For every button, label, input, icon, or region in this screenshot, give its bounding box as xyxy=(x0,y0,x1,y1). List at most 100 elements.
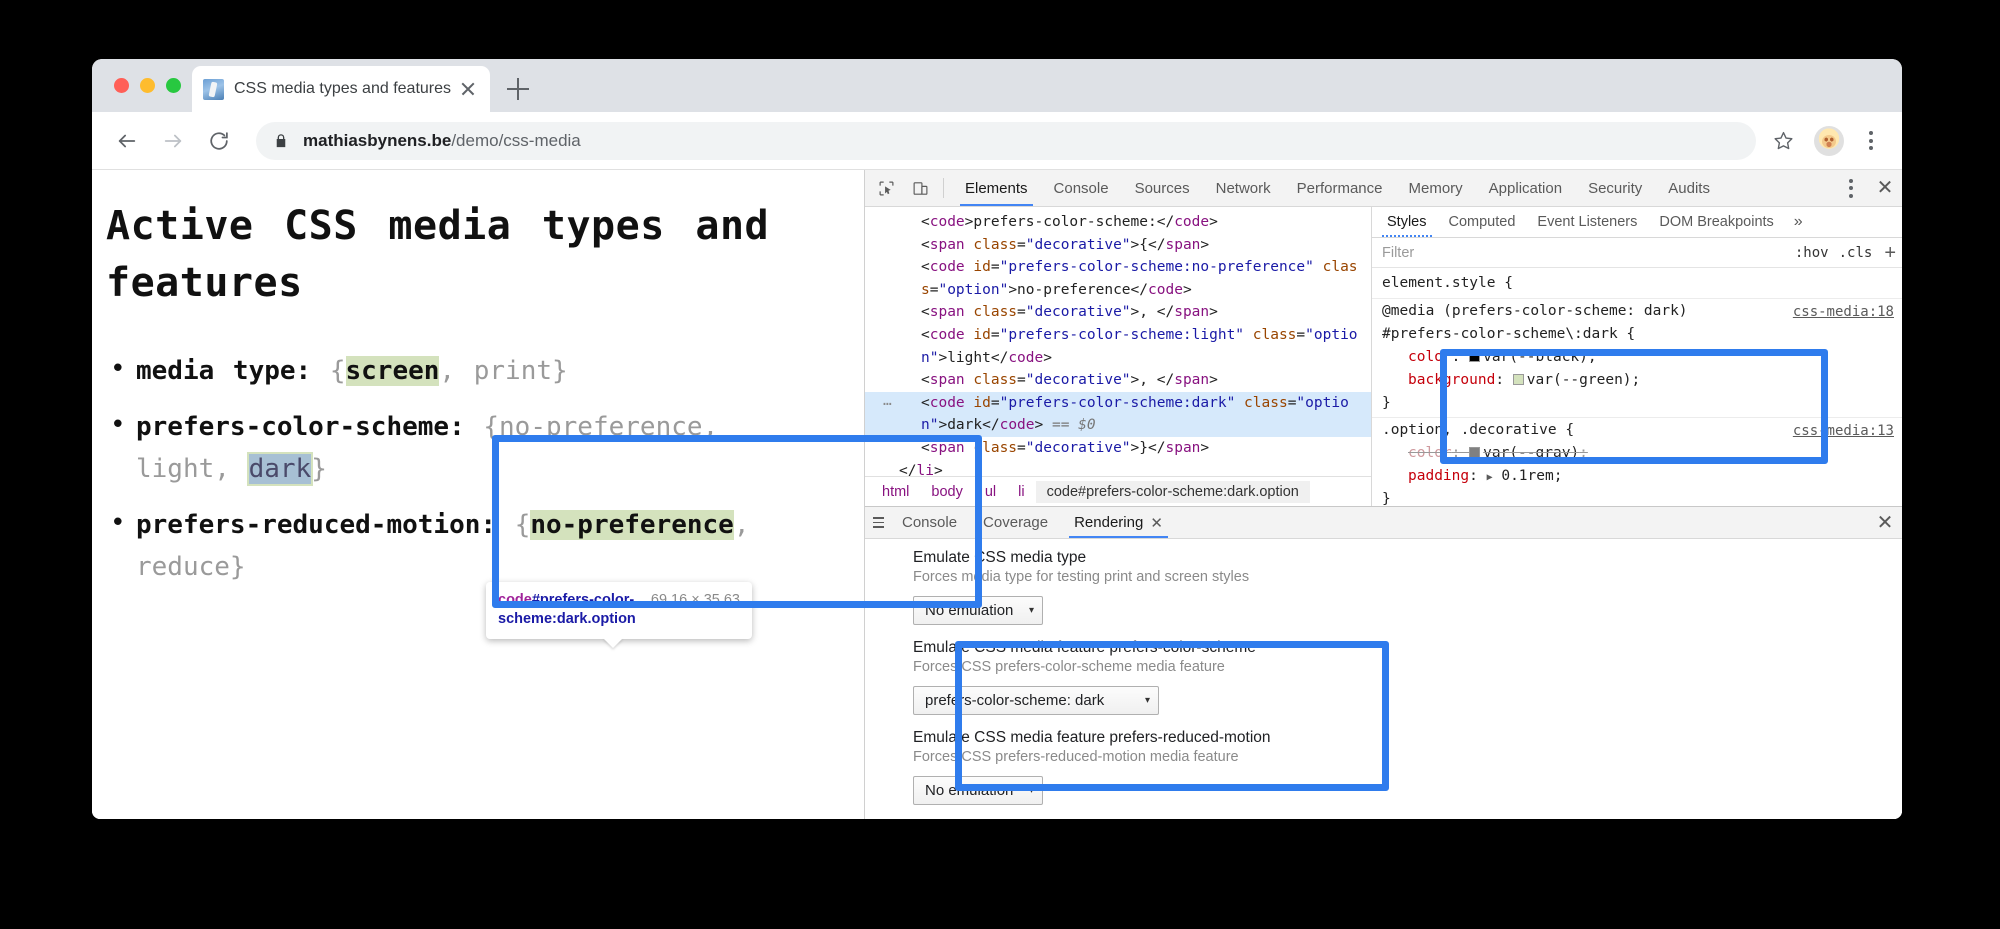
style-rule-source[interactable]: css-media:13 xyxy=(1793,420,1894,442)
breadcrumb-item[interactable]: body xyxy=(920,481,973,503)
dom-tree-line[interactable]: <code id="prefers-color-scheme:light" cl… xyxy=(865,324,1371,369)
styles-tab-event-listeners[interactable]: Event Listeners xyxy=(1526,207,1648,237)
breadcrumb-item[interactable]: code#prefers-color-scheme:dark.option xyxy=(1036,481,1310,503)
expand-shorthand-icon[interactable]: ▶ xyxy=(1487,472,1493,483)
color-swatch[interactable] xyxy=(1469,447,1480,458)
dom-tree-line[interactable]: <span class="decorative">, </span> xyxy=(865,301,1371,324)
devtools-more-dots xyxy=(1836,179,1866,198)
minimize-window-button[interactable] xyxy=(140,78,155,93)
inspect-element-icon[interactable] xyxy=(869,170,903,206)
rendering-section-title: Emulate CSS media feature prefers-reduce… xyxy=(913,729,1902,747)
breadcrumb-item[interactable]: html xyxy=(871,481,920,503)
dom-tree-line[interactable]: <span class="decorative">}</span> xyxy=(865,437,1371,460)
drawer-tab-rendering[interactable]: Rendering✕ xyxy=(1061,507,1176,538)
close-window-button[interactable] xyxy=(114,78,129,93)
maximize-window-button[interactable] xyxy=(166,78,181,93)
declaration-name: color xyxy=(1408,445,1452,461)
devtools-tab-security[interactable]: Security xyxy=(1575,170,1655,206)
breadcrumb-item[interactable]: ul xyxy=(974,481,1007,503)
address-bar[interactable]: mathiasbynens.be/demo/css-media xyxy=(256,122,1756,160)
devtools-close-icon[interactable]: ✕ xyxy=(1868,170,1902,206)
chevron-down-icon: ▾ xyxy=(1029,605,1034,616)
styles-rules-list[interactable]: element.style { css-media:18@media (prefe… xyxy=(1372,268,1902,506)
new-style-rule-button[interactable]: + xyxy=(1884,243,1896,263)
declaration-name: color xyxy=(1408,349,1452,365)
browser-tab[interactable]: CSS media types and features xyxy=(192,66,490,112)
rendering-select-value: No emulation xyxy=(925,602,1013,619)
color-swatch[interactable] xyxy=(1469,351,1480,362)
style-rule[interactable]: element.style { xyxy=(1372,271,1902,299)
device-toolbar-icon[interactable] xyxy=(903,170,937,206)
dom-tree-line[interactable]: </li> xyxy=(865,460,1371,476)
inspect-tooltip-selector: code#prefers-color-scheme:dark.option xyxy=(498,591,641,629)
devtools-tab-performance[interactable]: Performance xyxy=(1284,170,1396,206)
style-rule-source[interactable]: css-media:18 xyxy=(1793,301,1894,323)
close-tab-icon[interactable] xyxy=(457,78,479,100)
dom-tree-line[interactable]: <code>prefers-color-scheme:</code> xyxy=(865,211,1371,234)
page-title: Active CSS media types and features xyxy=(106,198,826,312)
rendering-select-media-type[interactable]: No emulation ▾ xyxy=(913,596,1043,625)
color-swatch[interactable] xyxy=(1513,374,1524,385)
drawer-tab-coverage[interactable]: Coverage xyxy=(970,507,1061,538)
drawer-tab-bar: ConsoleCoverageRendering✕ ✕ xyxy=(865,507,1902,539)
rendering-section: Emulate CSS media typeForces media type … xyxy=(913,549,1902,625)
devtools-tab-network[interactable]: Network xyxy=(1203,170,1284,206)
forward-button[interactable] xyxy=(154,122,192,160)
devtools-tab-audits[interactable]: Audits xyxy=(1655,170,1723,206)
profile-avatar[interactable] xyxy=(1814,126,1844,156)
reload-button[interactable] xyxy=(200,122,238,160)
media-feature-value: print xyxy=(474,356,552,386)
dom-tree-line[interactable]: …<code id="prefers-color-scheme:dark" cl… xyxy=(865,392,1371,437)
style-rule-selector[interactable]: element.style { xyxy=(1382,272,1894,295)
close-drawer-tab-icon[interactable]: ✕ xyxy=(1150,514,1163,532)
toolbar-spacer xyxy=(1723,170,1834,206)
style-rule-closer: } xyxy=(1382,488,1894,506)
media-feature-value: , xyxy=(734,510,750,540)
rendering-section-title: Emulate CSS media type xyxy=(913,549,1902,567)
dom-tree[interactable]: <code>prefers-color-scheme:</code><span … xyxy=(865,207,1371,476)
devtools-tab-memory[interactable]: Memory xyxy=(1396,170,1476,206)
style-declaration[interactable]: color: var(--black); xyxy=(1382,346,1894,369)
style-declaration[interactable]: color: var(--gray); xyxy=(1382,442,1894,465)
media-feature-value: dark xyxy=(249,454,312,484)
dom-tree-line[interactable]: <code id="prefers-color-scheme:no-prefer… xyxy=(865,256,1371,301)
back-button[interactable] xyxy=(108,122,146,160)
media-feature-value: , xyxy=(703,412,719,442)
style-rule-closer: } xyxy=(1382,392,1894,415)
dom-tree-pane: <code>prefers-color-scheme:</code><span … xyxy=(865,207,1372,506)
rendering-select-prefers-color-scheme[interactable]: prefers-color-scheme: dark▾ xyxy=(913,686,1159,715)
styles-tab-bar: StylesComputedEvent ListenersDOM Breakpo… xyxy=(1372,207,1902,238)
bookmark-star-icon[interactable] xyxy=(1766,124,1800,158)
style-rule[interactable]: css-media:13.option, .decorative {color:… xyxy=(1372,418,1902,506)
style-rule[interactable]: css-media:18@media (prefers-color-scheme… xyxy=(1372,299,1902,419)
chevron-down-icon: ▾ xyxy=(1029,785,1034,796)
drawer-close-icon[interactable]: ✕ xyxy=(1868,507,1902,538)
new-tab-button[interactable] xyxy=(504,75,532,103)
styles-filter-input[interactable]: Filter xyxy=(1382,245,1785,261)
dom-tree-line[interactable]: <span class="decorative">{</span> xyxy=(865,234,1371,257)
media-feature-value: } xyxy=(311,454,327,484)
styles-tab-styles[interactable]: Styles xyxy=(1376,207,1438,237)
devtools-tab-sources[interactable]: Sources xyxy=(1122,170,1203,206)
styles-tab-dom-breakpoints[interactable]: DOM Breakpoints xyxy=(1648,207,1784,237)
declaration-value: 0.1rem xyxy=(1501,468,1553,484)
style-declaration[interactable]: background: var(--green); xyxy=(1382,369,1894,392)
media-feature-value: { xyxy=(483,412,499,442)
breadcrumb-item[interactable]: li xyxy=(1007,481,1035,503)
devtools-tab-elements[interactable]: Elements xyxy=(952,170,1041,206)
style-declaration[interactable]: padding: ▶ 0.1rem; xyxy=(1382,465,1894,488)
devtools-more-icon[interactable] xyxy=(1834,170,1868,206)
chrome-menu-icon[interactable] xyxy=(1856,124,1886,158)
dom-tree-line[interactable]: <span class="decorative">, </span> xyxy=(865,369,1371,392)
drawer-tab-console[interactable]: Console xyxy=(889,507,970,538)
devtools-tab-application[interactable]: Application xyxy=(1476,170,1575,206)
toggle-cls-button[interactable]: .cls xyxy=(1839,245,1873,261)
toggle-hov-button[interactable]: :hov xyxy=(1795,245,1829,261)
styles-more-tabs-icon[interactable]: » xyxy=(1785,207,1812,237)
rendering-select-prefers-reduced-motion[interactable]: No emulation▾ xyxy=(913,776,1043,805)
media-feature-value: } xyxy=(552,356,568,386)
style-rule-selector[interactable]: #prefers-color-scheme\:dark { xyxy=(1382,323,1894,346)
devtools-tab-console[interactable]: Console xyxy=(1041,170,1122,206)
styles-tab-computed[interactable]: Computed xyxy=(1438,207,1527,237)
drawer-menu-icon[interactable] xyxy=(867,507,889,538)
